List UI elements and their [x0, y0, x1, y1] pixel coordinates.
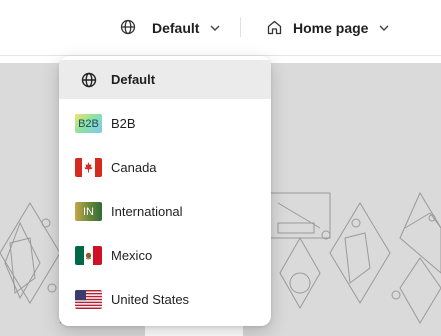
channel-dropdown-menu: Default B2B B2B Canada IN International: [59, 56, 271, 326]
canada-flag-icon: [75, 158, 102, 177]
dropdown-item-international[interactable]: IN International: [59, 192, 271, 231]
globe-icon: [120, 19, 138, 37]
home-icon: [266, 19, 284, 37]
dropdown-item-label: Canada: [111, 160, 157, 175]
international-flag-icon: IN: [75, 202, 102, 221]
globe-icon: [75, 70, 102, 89]
dropdown-item-b2b[interactable]: B2B B2B: [59, 104, 271, 143]
mexico-flag-icon: [75, 246, 102, 265]
header-divider: [240, 17, 241, 37]
dropdown-item-label: B2B: [111, 116, 136, 131]
page-selector[interactable]: Home page: [266, 15, 390, 41]
dropdown-item-mexico[interactable]: Mexico: [59, 236, 271, 275]
channel-selector[interactable]: Default: [120, 15, 221, 41]
dropdown-item-label: International: [111, 204, 183, 219]
top-bar: Default Home page: [0, 0, 441, 56]
international-badge-text: IN: [83, 205, 94, 218]
b2b-badge-text: B2B: [78, 117, 99, 130]
dropdown-item-united-states[interactable]: United States: [59, 280, 271, 319]
dropdown-item-default[interactable]: Default: [59, 60, 271, 99]
dropdown-item-label: Mexico: [111, 248, 153, 263]
chevron-down-icon: [378, 22, 390, 34]
dropdown-item-label: United States: [111, 292, 190, 307]
us-flag-icon: [75, 290, 102, 309]
b2b-flag-icon: B2B: [75, 114, 102, 133]
dropdown-item-canada[interactable]: Canada: [59, 148, 271, 187]
channel-selector-label: Default: [152, 20, 200, 36]
page-selector-label: Home page: [293, 20, 369, 36]
dropdown-item-label: Default: [111, 72, 156, 87]
chevron-down-icon: [209, 22, 221, 34]
